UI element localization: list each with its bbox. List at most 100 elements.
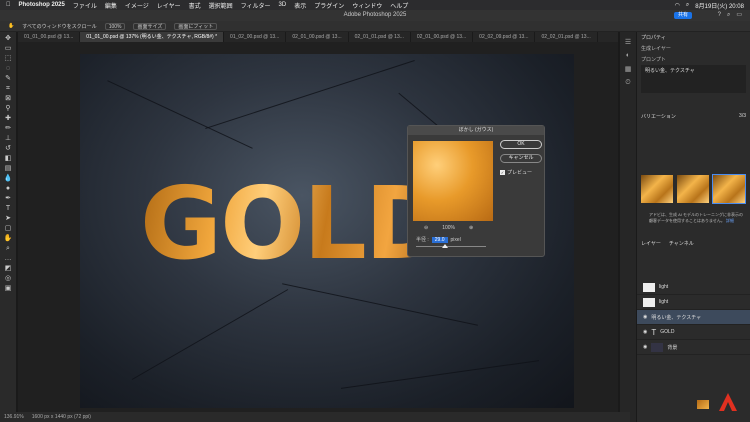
layer-name: light (659, 284, 669, 290)
scroll-all-checkbox[interactable]: すべてのウィンドウをスクロール (22, 23, 96, 30)
stamp-tool-icon[interactable]: ⊥ (3, 135, 13, 142)
tab-document[interactable]: 02_02_01.psd @ 13... (535, 32, 598, 42)
adjustments-icon[interactable]: ◐ (626, 52, 630, 59)
tab-channels[interactable]: チャンネル (669, 240, 694, 247)
layer-row-active[interactable]: ◉ 明るい金、テクスチャ (637, 310, 750, 409)
blur-tool-icon[interactable]: 💧 (3, 175, 13, 182)
fit-screen-button[interactable]: 画面サイズ (133, 22, 167, 30)
tab-document[interactable]: 02_01_01.psd @ 13... (349, 32, 411, 42)
eyedropper-icon[interactable]: ⚲ (3, 105, 13, 112)
preview-checkbox[interactable]: ✓ プレビュー (500, 169, 532, 176)
tab-document[interactable]: 01_01_00.psd @ 13... (18, 32, 81, 42)
blur-preview[interactable] (413, 141, 493, 221)
move-tool-icon[interactable]: ✥ (3, 35, 13, 42)
crop-tool-icon[interactable]: ⌗ (3, 85, 13, 92)
window-title: Adobe Photoshop 2025 (343, 12, 407, 18)
zoom-out-icon[interactable]: ⊖ (424, 225, 428, 231)
tab-document[interactable]: 02_01_00.psd @ 13... (286, 32, 349, 42)
layer-row[interactable]: ◉ T GOLD (637, 325, 750, 340)
hand-tool-icon[interactable]: ✋ (3, 235, 13, 242)
brush-tool-icon[interactable]: ✏ (3, 125, 13, 132)
dodge-tool-icon[interactable]: ● (3, 185, 13, 192)
pen-tool-icon[interactable]: ✒ (3, 195, 13, 202)
screen-mode-icon[interactable]: ▣ (3, 285, 13, 292)
marquee-tool-icon[interactable]: ⬚ (3, 55, 13, 62)
clock[interactable]: 8月19日(火) 20:08 (695, 1, 744, 10)
hand-tool-icon[interactable]: ✋ (8, 23, 14, 29)
details-link[interactable]: 詳細 (726, 218, 734, 223)
zoom-readout[interactable]: 136.91% (4, 414, 24, 420)
history-brush-icon[interactable]: ↺ (3, 145, 13, 152)
libraries-icon[interactable]: ▦ (625, 65, 632, 73)
document-info[interactable]: 1600 px x 1440 px (72 ppi) (32, 414, 91, 420)
color-swatches-icon[interactable]: ◩ (3, 265, 13, 272)
menu-3d[interactable]: 3D (279, 2, 287, 8)
help-icon[interactable]: ? (718, 10, 721, 21)
menu-image[interactable]: イメージ (125, 1, 149, 10)
lasso-tool-icon[interactable]: ◌ (3, 65, 13, 72)
wifi-icon[interactable]: ◠ (675, 2, 680, 9)
tab-document[interactable]: 01_02_00.psd @ 13... (224, 32, 287, 42)
prompt-text[interactable]: 明るい金、テクスチャ (641, 65, 746, 93)
eye-icon[interactable]: ◉ (643, 329, 647, 335)
radius-input[interactable]: 29.0 (431, 236, 448, 243)
artboard-tool-icon[interactable]: ▭ (3, 45, 13, 52)
variation-thumb-selected[interactable] (712, 174, 746, 204)
workspace-icon[interactable]: ▭ (736, 10, 742, 21)
apple-icon[interactable]:  (6, 2, 11, 8)
menu-edit[interactable]: 編集 (105, 1, 117, 10)
ok-button[interactable]: OK (500, 140, 542, 149)
search-icon[interactable]: ⌕ (727, 10, 730, 21)
type-tool-icon[interactable]: T (3, 205, 13, 212)
zoom-level: 100% (442, 225, 455, 231)
menu-bar:  Photoshop 2025 ファイル 編集 イメージ レイヤー 書式 選択… (0, 0, 750, 10)
variations-header[interactable]: バリエーション 3/3 (637, 111, 750, 122)
zoom-100-button[interactable]: 100% (104, 22, 126, 30)
zoom-tool-icon[interactable]: ⌕ (3, 245, 13, 252)
frame-tool-icon[interactable]: ⊠ (3, 95, 13, 102)
gold-text-layer[interactable]: GOLD (140, 174, 448, 274)
properties-icon[interactable]: ☰ (625, 38, 631, 46)
radius-slider[interactable] (416, 244, 486, 248)
fill-screen-button[interactable]: 画面にフィット (174, 22, 218, 30)
eraser-icon[interactable]: ◧ (3, 155, 13, 162)
layer-row[interactable]: ◉ 背景 (637, 340, 750, 355)
healing-brush-icon[interactable]: ✚ (3, 115, 13, 122)
eye-icon[interactable]: ◉ (643, 344, 647, 350)
menu-help[interactable]: ヘルプ (390, 1, 408, 10)
menu-filter[interactable]: フィルター (241, 1, 271, 10)
history-icon[interactable]: ⏲ (625, 79, 630, 87)
tab-document[interactable]: 02_02_09.psd @ 13... (473, 32, 536, 42)
menu-window[interactable]: ウィンドウ (352, 1, 382, 10)
gradient-icon[interactable]: ▤ (3, 165, 13, 172)
tab-document[interactable]: 02_01_00.psd @ 13... (411, 32, 474, 42)
layer-row[interactable]: light (637, 295, 750, 310)
menu-type[interactable]: 書式 (189, 1, 201, 10)
variation-thumb[interactable] (677, 175, 709, 203)
menu-select[interactable]: 選択範囲 (209, 1, 233, 10)
layer-row[interactable]: light (637, 280, 750, 295)
tab-layers[interactable]: レイヤー (641, 240, 661, 247)
document-tabs: 01_01_00.psd @ 13... 01_01_00.psd @ 137%… (18, 32, 618, 42)
path-select-icon[interactable]: ➤ (3, 215, 13, 222)
menu-layer[interactable]: レイヤー (157, 1, 181, 10)
menu-view[interactable]: 表示 (294, 1, 306, 10)
eye-icon[interactable]: ◉ (643, 314, 647, 320)
shape-tool-icon[interactable]: ▢ (3, 225, 13, 232)
ai-note: アドビは、生成 AI モデルのトレーニングに非表示の顧客データを使用することはあ… (649, 212, 744, 223)
menu-plugins[interactable]: プラグイン (314, 1, 344, 10)
more-tools-icon[interactable]: … (3, 255, 13, 262)
quick-mask-icon[interactable]: ◎ (3, 275, 13, 282)
menu-file[interactable]: ファイル (73, 1, 97, 10)
app-menu[interactable]: Photoshop 2025 (19, 2, 65, 8)
variation-thumb[interactable] (641, 175, 673, 203)
zoom-in-icon[interactable]: ⊕ (469, 225, 473, 231)
properties-header[interactable]: プロパティ (637, 32, 750, 43)
share-button[interactable]: 共有 (673, 12, 692, 19)
quick-select-icon[interactable]: ✎ (3, 75, 13, 82)
gaussian-blur-dialog: ぼかし (ガウス) OK キャンセル ✓ プレビュー ⊖ 100% ⊕ 半径 :… (407, 125, 545, 257)
cancel-button[interactable]: キャンセル (500, 154, 542, 163)
slider-knob[interactable] (442, 244, 448, 248)
search-icon[interactable]: ⌕ (686, 2, 689, 9)
tab-document-active[interactable]: 01_01_00.psd @ 137% (明るい金、テクスチャ, RGB/8#)… (80, 32, 225, 42)
